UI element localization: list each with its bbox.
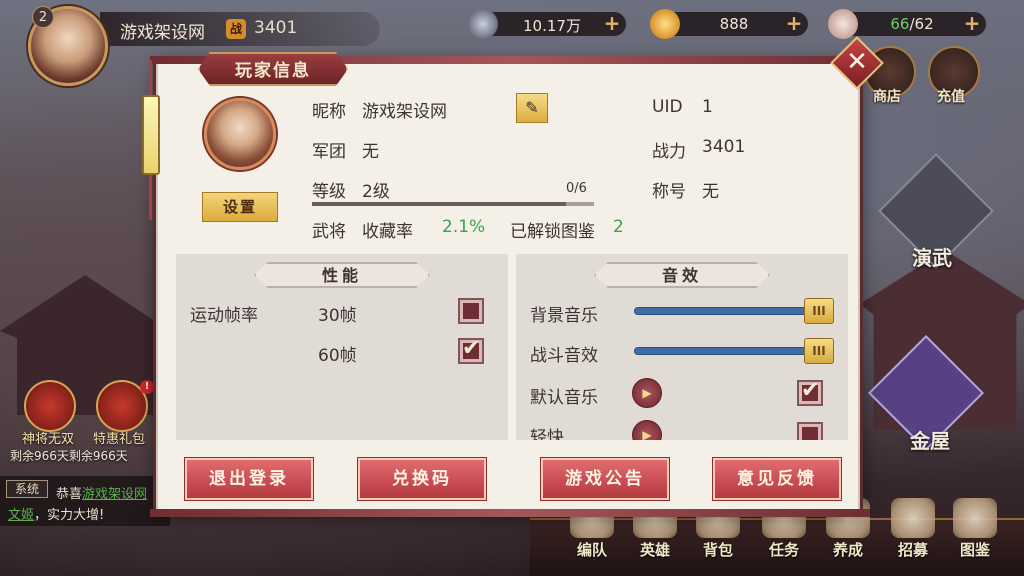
gold-amount: 888 xyxy=(719,15,749,33)
chat-system-tag: 系统 xyxy=(6,480,48,498)
unlocked-codex-label: 已解锁图鉴 xyxy=(510,222,595,242)
chat-hero-link[interactable]: 文姬 xyxy=(8,508,34,523)
stamina-amount: 66/62 xyxy=(864,15,960,33)
silver-coin-icon xyxy=(468,9,498,39)
feedback-button[interactable]: 意见反馈 xyxy=(713,458,841,500)
add-silver-button[interactable]: + xyxy=(602,13,622,34)
bgm-slider-knob[interactable]: III xyxy=(804,298,834,324)
check-icon: ✔ xyxy=(462,336,481,361)
stamina-bun-icon xyxy=(828,9,858,39)
silver-currency: 10.17万 + xyxy=(468,9,626,39)
gold-ingot-icon xyxy=(650,9,680,39)
gift-special-label: 特惠礼包 xyxy=(93,432,146,447)
stamina-max: /62 xyxy=(909,15,934,33)
sfx-label: 战斗音效 xyxy=(530,346,598,366)
player-avatar xyxy=(204,98,276,170)
gold-currency: 888 + xyxy=(650,9,808,39)
nav-formation[interactable]: 编队 xyxy=(562,539,622,560)
announcement-button[interactable]: 游戏公告 xyxy=(541,458,669,500)
nav-quests[interactable]: 任务 xyxy=(754,539,814,560)
power-label: 战力 xyxy=(652,142,686,162)
music-default-checkbox[interactable]: ✔ xyxy=(797,378,823,406)
chat-player-link[interactable]: 游戏架设网 xyxy=(82,487,147,502)
train-label: 演武 xyxy=(912,246,952,270)
level-value: 2级 xyxy=(362,182,390,202)
music-default-label: 默认音乐 xyxy=(530,388,598,408)
player-level-badge: 2 xyxy=(32,6,54,28)
chat-line-1: 恭喜游戏架设网 xyxy=(56,483,147,502)
hanging-scroll-ornament xyxy=(142,95,160,175)
edit-nickname-button[interactable]: ✎ xyxy=(516,93,548,123)
nickname-label: 昵称 xyxy=(312,102,346,122)
xp-progress-text: 0/6 xyxy=(566,181,587,196)
fps-label: 运动帧率 xyxy=(190,306,258,326)
edit-icon: ✎ xyxy=(525,98,539,117)
fps-30-checkbox[interactable] xyxy=(458,298,484,324)
silver-amount: 10.17万 xyxy=(523,17,581,35)
gift-alert-icon: ! xyxy=(140,380,154,394)
nav-heroes[interactable]: 英雄 xyxy=(625,539,685,560)
check-icon: ✔ xyxy=(801,378,820,403)
golden-house-label: 金屋 xyxy=(910,429,950,453)
fps-60-label: 60帧 xyxy=(318,346,357,366)
power-icon: 战 xyxy=(226,19,246,39)
uid-label: UID xyxy=(652,97,683,117)
gift-shenjiang-label: 神将无双 xyxy=(22,432,75,447)
nav-develop[interactable]: 养成 xyxy=(818,539,878,560)
generals-label: 武将 xyxy=(312,222,346,242)
stamina-current: 66 xyxy=(890,15,910,33)
recharge-label: 充值 xyxy=(937,89,965,105)
chat-line-2: 文姬，实力大增! xyxy=(8,504,104,523)
add-stamina-button[interactable]: + xyxy=(962,13,982,34)
add-gold-button[interactable]: + xyxy=(784,13,804,34)
power-value: 3401 xyxy=(702,137,746,157)
xp-progress-fill xyxy=(312,202,566,206)
title-label: 称号 xyxy=(652,182,686,202)
collection-label: 收藏率 xyxy=(362,222,413,242)
avatar-settings-button[interactable]: 设置 xyxy=(202,192,278,222)
level-label: 等级 xyxy=(312,182,346,202)
recruit-icon[interactable] xyxy=(891,498,935,538)
gift-remaining-label: 剩余966天剩余966天 xyxy=(10,449,128,463)
sfx-slider-knob[interactable]: III xyxy=(804,338,834,364)
chat-prefix: 恭喜 xyxy=(56,487,83,502)
legion-label: 军团 xyxy=(312,142,346,162)
music-light-play-icon[interactable]: ▶ xyxy=(632,420,662,440)
codex-icon[interactable] xyxy=(953,498,997,538)
music-light-checkbox[interactable] xyxy=(797,422,823,440)
redeem-code-button[interactable]: 兑换码 xyxy=(358,458,486,500)
music-list-clip: 轻快 ▶ xyxy=(516,414,848,440)
shop-label: 商店 xyxy=(873,89,901,105)
player-name-hud: 游戏架设网 xyxy=(120,23,205,43)
collection-rate: 2.1% xyxy=(442,217,486,237)
title-value: 无 xyxy=(702,182,719,202)
logout-button[interactable]: 退出登录 xyxy=(185,458,313,500)
dialog-title: 玩家信息 xyxy=(198,52,348,86)
sfx-slider-track[interactable] xyxy=(634,347,830,355)
nav-recruit[interactable]: 招募 xyxy=(883,539,943,560)
fps-30-label: 30帧 xyxy=(318,306,357,326)
music-light-label: 轻快 xyxy=(530,428,564,440)
sound-title: 音效 xyxy=(594,262,770,288)
bgm-label: 背景音乐 xyxy=(530,306,598,326)
gift-shenjiang-icon[interactable] xyxy=(24,380,76,432)
unlocked-codex-count: 2 xyxy=(613,217,624,237)
bgm-slider-track[interactable] xyxy=(634,307,830,315)
chat-suffix: ，实力大增! xyxy=(34,508,105,523)
nav-codex[interactable]: 图鉴 xyxy=(945,539,1005,560)
nav-bag[interactable]: 背包 xyxy=(688,539,748,560)
legion-value: 无 xyxy=(362,142,379,162)
stamina-currency: 66/62 + xyxy=(828,9,986,39)
close-icon[interactable]: ✕ xyxy=(838,43,876,81)
dialog-bottom-border xyxy=(150,509,870,517)
performance-title: 性能 xyxy=(254,262,430,288)
uid-value: 1 xyxy=(702,97,713,117)
nickname-value: 游戏架设网 xyxy=(362,102,447,122)
music-default-play-icon[interactable]: ▶ xyxy=(632,378,662,408)
fps-60-checkbox[interactable]: ✔ xyxy=(458,336,484,364)
player-power-hud: 3401 xyxy=(254,18,298,38)
